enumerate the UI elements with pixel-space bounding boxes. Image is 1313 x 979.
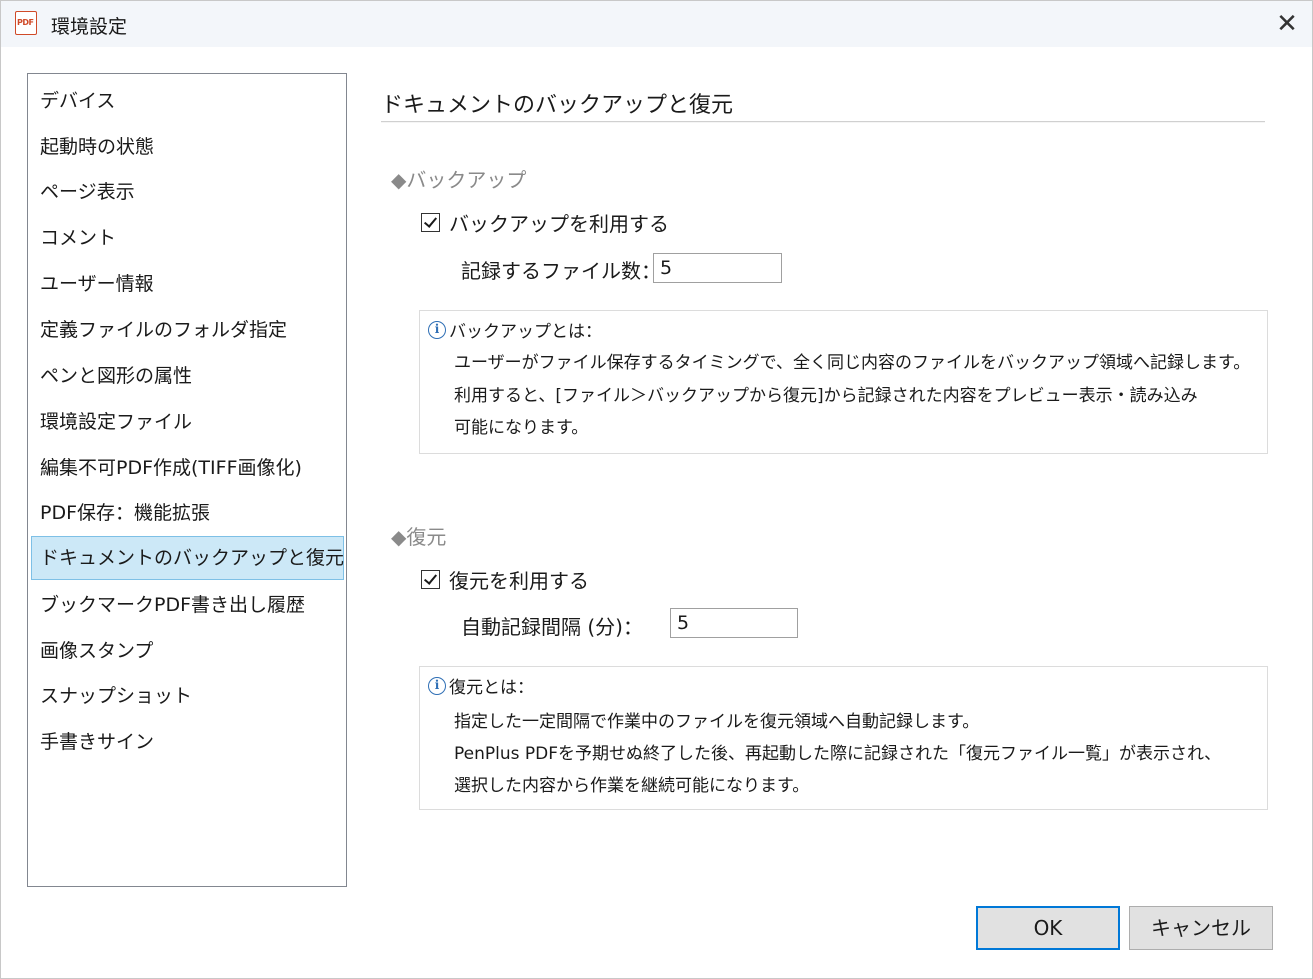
sidebar-item-bookmark-pdf-history[interactable]: ブックマークPDF書き出し履歴	[31, 583, 344, 627]
cancel-button[interactable]: キャンセル	[1129, 906, 1273, 950]
sidebar-item-pdf-save-extension[interactable]: PDF保存：機能拡張	[31, 491, 344, 535]
sidebar-item-comment[interactable]: コメント	[31, 216, 344, 260]
restore-info-line: PenPlus PDFを予期せぬ終了した後、再起動した際に記録された「復元ファイ…	[454, 744, 1222, 764]
restore-info-line: 選択した内容から作業を継続可能になります。	[454, 776, 810, 796]
sidebar-item-snapshot[interactable]: スナップショット	[31, 674, 344, 718]
backup-info-line: 利用すると、[ファイル＞バックアップから復元]から記録された内容をプレビュー表示…	[454, 386, 1198, 406]
sidebar-item-pen-shape-attributes[interactable]: ペンと図形の属性	[31, 354, 344, 398]
restore-enable-checkbox[interactable]	[421, 570, 440, 589]
restore-info-title: 復元とは：	[449, 678, 534, 698]
title-bar: PDF 環境設定 ✕	[1, 1, 1312, 47]
window-title: 環境設定	[51, 16, 128, 38]
sidebar-item-image-stamp[interactable]: 画像スタンプ	[31, 629, 344, 673]
backup-count-field[interactable]: 5	[653, 253, 782, 283]
ok-button[interactable]: OK	[976, 906, 1120, 950]
restore-interval-label: 自動記録間隔 (分)：	[461, 615, 643, 639]
backup-info-title: バックアップとは：	[449, 322, 602, 342]
sidebar-item-definition-folder[interactable]: 定義ファイルのフォルダ指定	[31, 308, 344, 352]
page-title: ドキュメントのバックアップと復元	[381, 93, 734, 118]
sidebar-item-uneditable-pdf[interactable]: 編集不可PDF作成(TIFF画像化)	[31, 446, 344, 490]
sidebar-item-backup-restore[interactable]: ドキュメントのバックアップと復元	[31, 536, 344, 580]
restore-info-line: 指定した一定間隔で作業中のファイルを復元領域へ自動記録します。	[454, 712, 980, 732]
backup-info-heading: i バックアップとは：	[428, 317, 602, 342]
backup-info-line: 可能になります。	[454, 418, 589, 438]
backup-enable-checkbox[interactable]	[421, 213, 440, 232]
sidebar-item-handwritten-sign[interactable]: 手書きサイン	[31, 720, 344, 764]
backup-enable-row[interactable]: バックアップを利用する	[421, 208, 669, 237]
backup-count-label: 記録するファイル数：	[461, 259, 661, 283]
pdf-app-icon: PDF	[15, 11, 37, 35]
sidebar-item-settings-file[interactable]: 環境設定ファイル	[31, 400, 344, 444]
category-list[interactable]: デバイス 起動時の状態 ページ表示 コメント ユーザー情報 定義ファイルのフォル…	[27, 73, 347, 887]
preferences-dialog: PDF 環境設定 ✕ デバイス 起動時の状態 ページ表示 コメント ユーザー情報…	[0, 0, 1313, 979]
restore-group-title: ◆復元	[391, 525, 447, 549]
sidebar-item-device[interactable]: デバイス	[31, 79, 344, 123]
sidebar-item-user-info[interactable]: ユーザー情報	[31, 262, 344, 306]
backup-info-box: i バックアップとは： ユーザーがファイル保存するタイミングで、全く同じ内容のフ…	[419, 310, 1268, 454]
restore-enable-label: 復元を利用する	[449, 569, 589, 593]
sidebar-item-startup-state[interactable]: 起動時の状態	[31, 125, 344, 169]
sidebar-item-page-display[interactable]: ページ表示	[31, 170, 344, 214]
info-icon: i	[428, 320, 446, 339]
close-icon[interactable]: ✕	[1267, 5, 1307, 43]
restore-enable-row[interactable]: 復元を利用する	[421, 565, 589, 594]
backup-info-line: ユーザーがファイル保存するタイミングで、全く同じ内容のファイルをバックアップ領域…	[454, 353, 1251, 373]
restore-interval-field[interactable]: 5	[670, 608, 798, 638]
title-divider	[381, 121, 1265, 123]
app-icon-text: PDF	[17, 18, 34, 27]
restore-info-box: i 復元とは： 指定した一定間隔で作業中のファイルを復元領域へ自動記録します。 …	[419, 666, 1268, 810]
backup-group-title: ◆バックアップ	[391, 168, 527, 192]
restore-info-heading: i 復元とは：	[428, 673, 534, 698]
info-icon: i	[428, 676, 446, 695]
backup-enable-label: バックアップを利用する	[449, 212, 669, 236]
